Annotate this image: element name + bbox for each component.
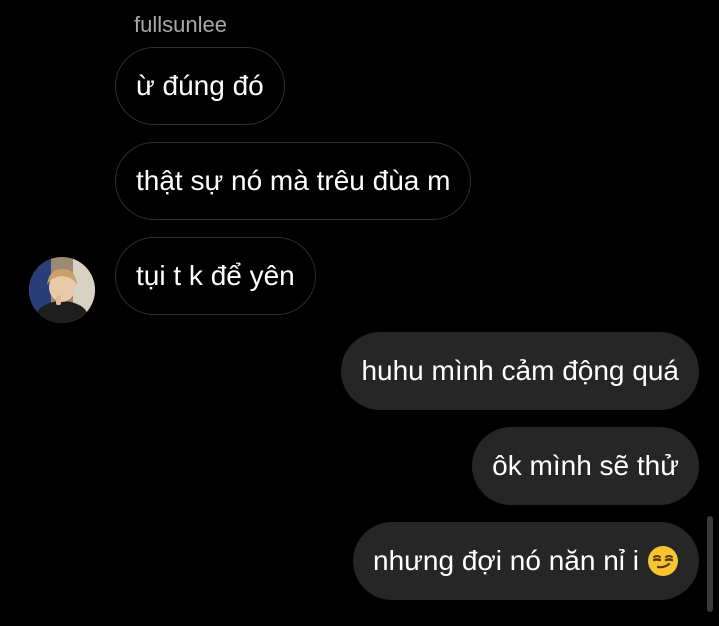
message-text: nhưng đợi nó năn nỉ i <box>373 545 639 576</box>
message-text: ừ đúng đó <box>136 70 264 101</box>
message-text: tụi t k để yên <box>136 260 295 291</box>
incoming-message[interactable]: ừ đúng đó <box>115 47 285 125</box>
sender-avatar[interactable] <box>29 257 95 323</box>
smirking-face-emoji <box>647 545 679 577</box>
message-text: thật sự nó mà trêu đùa m <box>136 165 451 196</box>
outgoing-message[interactable]: ôk mình sẽ thử <box>472 427 699 505</box>
message-text: ôk mình sẽ thử <box>492 450 679 481</box>
scrollbar[interactable] <box>707 516 713 612</box>
incoming-message[interactable]: thật sự nó mà trêu đùa m <box>115 142 472 220</box>
incoming-message[interactable]: tụi t k để yên <box>115 237 316 315</box>
message-text: huhu mình cảm động quá <box>361 355 679 386</box>
sender-username[interactable]: fullsunlee <box>134 11 227 39</box>
outgoing-message[interactable]: nhưng đợi nó năn nỉ i <box>353 522 699 600</box>
outgoing-message[interactable]: huhu mình cảm động quá <box>341 332 699 410</box>
avatar-photo <box>29 257 95 323</box>
